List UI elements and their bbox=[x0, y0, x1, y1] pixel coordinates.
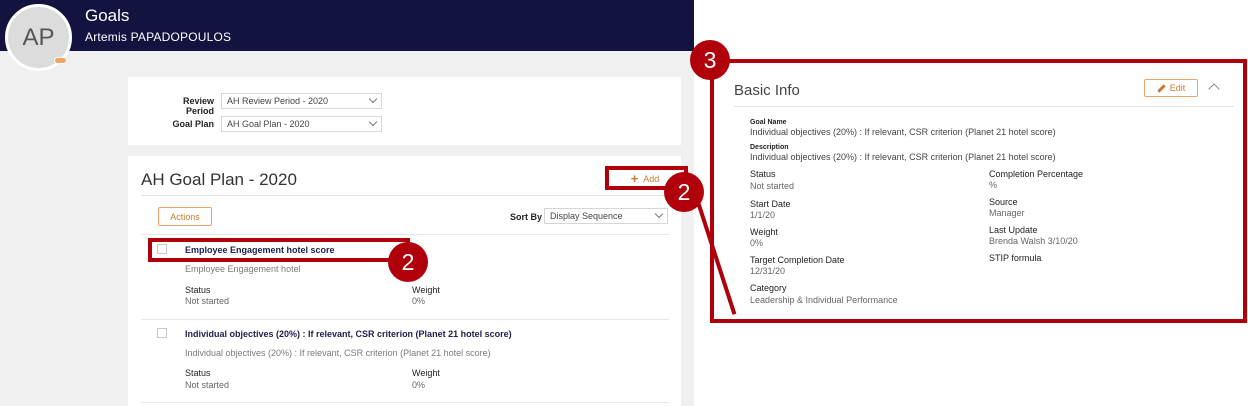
divider bbox=[141, 234, 669, 235]
goal-title[interactable]: Individual objectives (20%) : If relevan… bbox=[185, 329, 512, 339]
actions-button[interactable]: Actions bbox=[158, 207, 212, 226]
chevron-down-icon bbox=[368, 117, 378, 127]
goal-status-value: Not started bbox=[185, 296, 230, 306]
callout-badge-detail: 3 bbox=[690, 40, 730, 80]
divider bbox=[141, 195, 669, 196]
divider bbox=[141, 319, 669, 320]
chevron-down-icon bbox=[654, 209, 664, 219]
goal-weight-value: 0% bbox=[412, 296, 426, 306]
goal-status-label: Status bbox=[185, 368, 211, 378]
callout-badge-goal: 2 bbox=[388, 242, 428, 282]
screen: Goals Artemis PAPADOPOULOS AP Review Per… bbox=[0, 0, 1248, 406]
goal-plan-value: AH Goal Plan - 2020 bbox=[227, 119, 310, 129]
goal-checkbox[interactable] bbox=[157, 328, 167, 338]
callout-frame-detail bbox=[710, 59, 1247, 323]
sort-by-label: Sort By bbox=[510, 212, 543, 222]
goal-description: Employee Engagement hotel bbox=[185, 264, 301, 274]
user-name: Artemis PAPADOPOULOS bbox=[85, 30, 232, 44]
callout-frame-goal bbox=[148, 238, 410, 262]
chevron-down-icon bbox=[368, 94, 378, 104]
goal-plan-select[interactable]: AH Goal Plan - 2020 bbox=[221, 116, 382, 132]
divider bbox=[141, 402, 669, 403]
sort-by-select[interactable]: Display Sequence bbox=[544, 208, 668, 224]
sort-by-value: Display Sequence bbox=[550, 211, 623, 221]
review-period-label: Review Period bbox=[182, 96, 214, 116]
goal-status-value: Not started bbox=[185, 380, 230, 390]
goal-weight-label: Weight bbox=[412, 285, 440, 295]
goal-weight-value: 0% bbox=[412, 380, 426, 390]
page-title: Goals bbox=[85, 6, 130, 25]
goal-status-label: Status bbox=[185, 285, 211, 295]
review-period-select[interactable]: AH Review Period - 2020 bbox=[221, 93, 382, 109]
review-period-value: AH Review Period - 2020 bbox=[227, 96, 329, 106]
goal-plan-title: AH Goal Plan - 2020 bbox=[141, 170, 297, 189]
filters-card: Review Period AH Review Period - 2020 Go… bbox=[128, 77, 681, 145]
goal-weight-label: Weight bbox=[412, 368, 440, 378]
goal-description: Individual objectives (20%) : If relevan… bbox=[185, 348, 491, 358]
goal-plan-label: Goal Plan bbox=[172, 119, 214, 129]
page-header: Goals Artemis PAPADOPOULOS bbox=[0, 0, 694, 51]
avatar-status-badge bbox=[54, 57, 67, 64]
callout-badge-add: 2 bbox=[664, 172, 704, 212]
